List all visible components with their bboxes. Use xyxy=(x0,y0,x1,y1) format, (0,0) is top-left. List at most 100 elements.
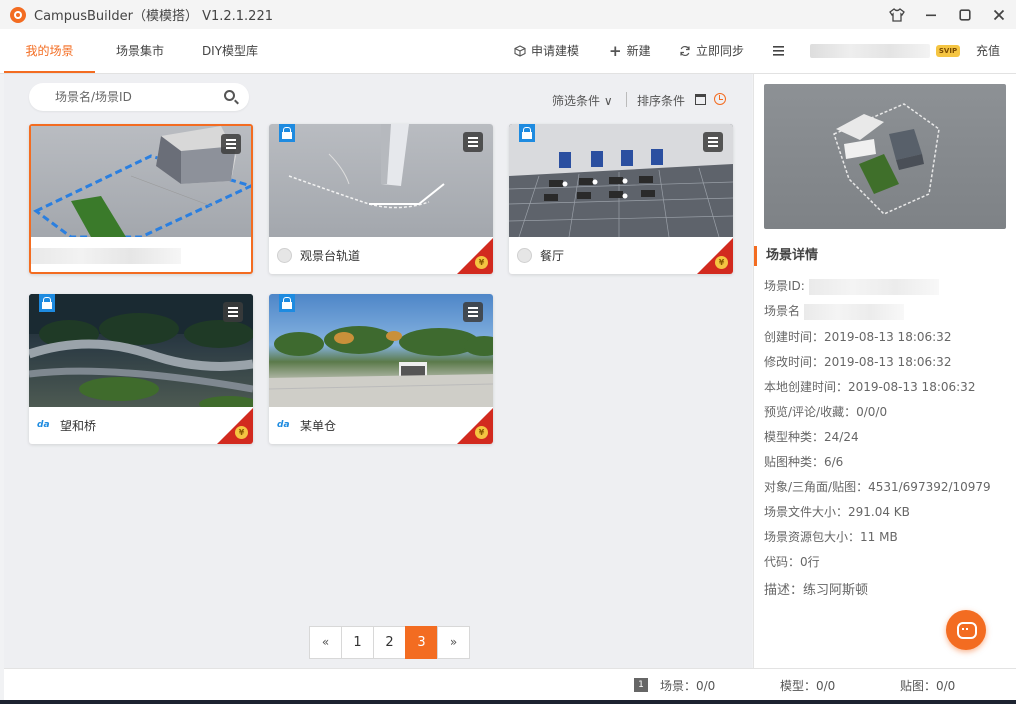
status-bar: 1 场景：0/0 模型：0/0 贴图：0/0 xyxy=(4,668,1016,700)
svip-badge: SVIP xyxy=(936,45,960,57)
da-brand-icon: da xyxy=(277,420,290,430)
scene-card[interactable]: ¥ da 望和桥 xyxy=(29,294,253,444)
scene-detail-panel: 场景详情 场景ID: 场景名 创建时间：2019-08-13 18:06:32 … xyxy=(753,74,1016,668)
page-button-current[interactable]: 3 xyxy=(405,626,438,659)
scene-thumbnail-art xyxy=(29,294,253,407)
texture-count: 贴图：0/0 xyxy=(900,679,956,693)
card-menu-button[interactable] xyxy=(703,132,723,152)
minimize-icon xyxy=(926,14,936,16)
scene-card[interactable]: ¥ 观景台轨道 xyxy=(269,124,493,274)
scene-thumbnail xyxy=(269,124,493,237)
cube-icon xyxy=(514,45,526,57)
scene-type-icon xyxy=(277,248,292,263)
new-scene-label: 新建 xyxy=(626,44,651,58)
shirt-icon xyxy=(889,7,905,22)
scene-card-label: da 某单仓 xyxy=(269,407,493,444)
scene-thumbnail xyxy=(31,126,251,237)
da-brand-icon: da xyxy=(37,420,50,430)
toolbar-divider xyxy=(626,92,627,107)
recharge-link[interactable]: 充值 xyxy=(976,29,1000,73)
scene-name-blurred xyxy=(803,303,904,320)
scene-name-label: 场景名 xyxy=(764,304,801,318)
scene-name: 望和桥 xyxy=(60,419,97,433)
scene-thumbnail-art xyxy=(33,126,251,237)
scene-id-row: 场景ID: xyxy=(764,277,939,295)
object-stats: 对象/三角面/贴图：4531/697392/10979 xyxy=(764,480,991,494)
sync-icon xyxy=(680,45,690,57)
search-input[interactable] xyxy=(55,83,215,111)
maximize-button[interactable] xyxy=(948,0,982,29)
scene-list-area: 筛选条件 ∨ 排序条件 xyxy=(4,74,752,668)
scene-card[interactable]: ¥ 餐厅 xyxy=(509,124,733,274)
next-page-button[interactable]: » xyxy=(437,626,470,659)
card-menu-button[interactable] xyxy=(463,302,483,322)
chat-support-button[interactable] xyxy=(946,610,986,650)
username-blurred[interactable] xyxy=(810,44,930,58)
scene-name-blurred xyxy=(31,247,181,264)
sync-button[interactable]: 立即同步 xyxy=(679,29,744,73)
clock-icon[interactable] xyxy=(714,93,726,105)
scene-name: 餐厅 xyxy=(540,249,565,263)
scene-preview-image xyxy=(764,84,1006,229)
scene-thumbnail xyxy=(269,294,493,407)
resource-pack-size: 场景资源包大小：11 MB xyxy=(764,530,898,544)
new-scene-button[interactable]: + 新建 xyxy=(609,29,651,73)
search-box xyxy=(29,83,249,111)
main-menu-button[interactable] xyxy=(773,29,784,73)
model-types: 模型种类：24/24 xyxy=(764,430,859,444)
scene-detail-title: 场景详情 xyxy=(754,246,818,266)
tab-diy-models[interactable]: DIY模型库 xyxy=(188,29,272,73)
tab-my-scenes[interactable]: 我的场景 xyxy=(4,29,95,73)
search-icon[interactable] xyxy=(224,90,235,101)
tab-scene-market[interactable]: 场景集市 xyxy=(100,29,180,73)
sort-label[interactable]: 排序条件 xyxy=(637,92,685,109)
card-menu-button[interactable] xyxy=(223,302,243,322)
minimize-button[interactable] xyxy=(914,0,948,29)
filter-dropdown[interactable]: 筛选条件 ∨ xyxy=(552,92,613,109)
scene-card[interactable]: ¥ da 某单仓 xyxy=(269,294,493,444)
nav-bar: 我的场景 场景集市 DIY模型库 申请建模 + 新建 立即同步 SVIP 充值 xyxy=(0,29,1016,74)
close-icon xyxy=(993,9,1005,20)
scene-type-icon xyxy=(517,248,532,263)
calendar-icon[interactable] xyxy=(695,94,706,105)
modified-time: 修改时间：2019-08-13 18:06:32 xyxy=(764,355,952,369)
scene-thumbnail-art xyxy=(509,124,733,237)
app-logo-icon xyxy=(10,6,26,23)
scene-card-label: 餐厅 xyxy=(509,237,733,274)
page-button[interactable]: 2 xyxy=(373,626,406,659)
scene-description: 描述：练习阿斯顿 xyxy=(764,583,869,598)
scene-card[interactable] xyxy=(29,124,253,274)
scene-preview-art xyxy=(833,103,940,215)
scene-thumbnail xyxy=(509,124,733,237)
scene-id-blurred xyxy=(808,278,939,295)
card-menu-button[interactable] xyxy=(463,132,483,152)
scene-name: 某单仓 xyxy=(300,419,337,433)
model-count: 模型：0/0 xyxy=(780,679,836,693)
lock-icon xyxy=(519,124,535,142)
local-created-time: 本地创建时间：2019-08-13 18:06:32 xyxy=(764,380,976,394)
texture-types: 贴图种类：6/6 xyxy=(764,455,844,469)
skin-button[interactable] xyxy=(880,0,914,29)
lock-icon xyxy=(39,294,55,312)
scene-thumbnail-art xyxy=(269,326,493,407)
apply-modeling-button[interactable]: 申请建模 xyxy=(514,29,579,73)
close-button[interactable] xyxy=(982,0,1016,29)
scene-count: 场景：0/0 xyxy=(660,679,716,693)
prev-page-button[interactable]: « xyxy=(309,626,342,659)
desktop-background xyxy=(0,700,1016,704)
plus-icon: + xyxy=(609,42,622,60)
scene-thumbnail xyxy=(29,294,253,407)
pagination: « 1 2 3 » xyxy=(309,626,470,659)
scene-card-label: 观景台轨道 xyxy=(269,237,493,274)
card-menu-button[interactable] xyxy=(221,134,241,154)
maximize-icon xyxy=(959,8,971,21)
window-controls xyxy=(880,0,1016,29)
scene-name-row: 场景名 xyxy=(764,302,904,320)
page-button[interactable]: 1 xyxy=(341,626,374,659)
scene-id-label: 场景ID: xyxy=(764,279,805,293)
lock-icon xyxy=(279,294,295,312)
scene-thumbnail-art xyxy=(288,124,445,209)
scene-name: 观景台轨道 xyxy=(300,249,361,263)
code-lines: 代码：0行 xyxy=(764,555,820,569)
app-window: CampusBuilder（模模搭） V1.2.1.221 我的场景 场景集市 … xyxy=(0,0,1016,704)
